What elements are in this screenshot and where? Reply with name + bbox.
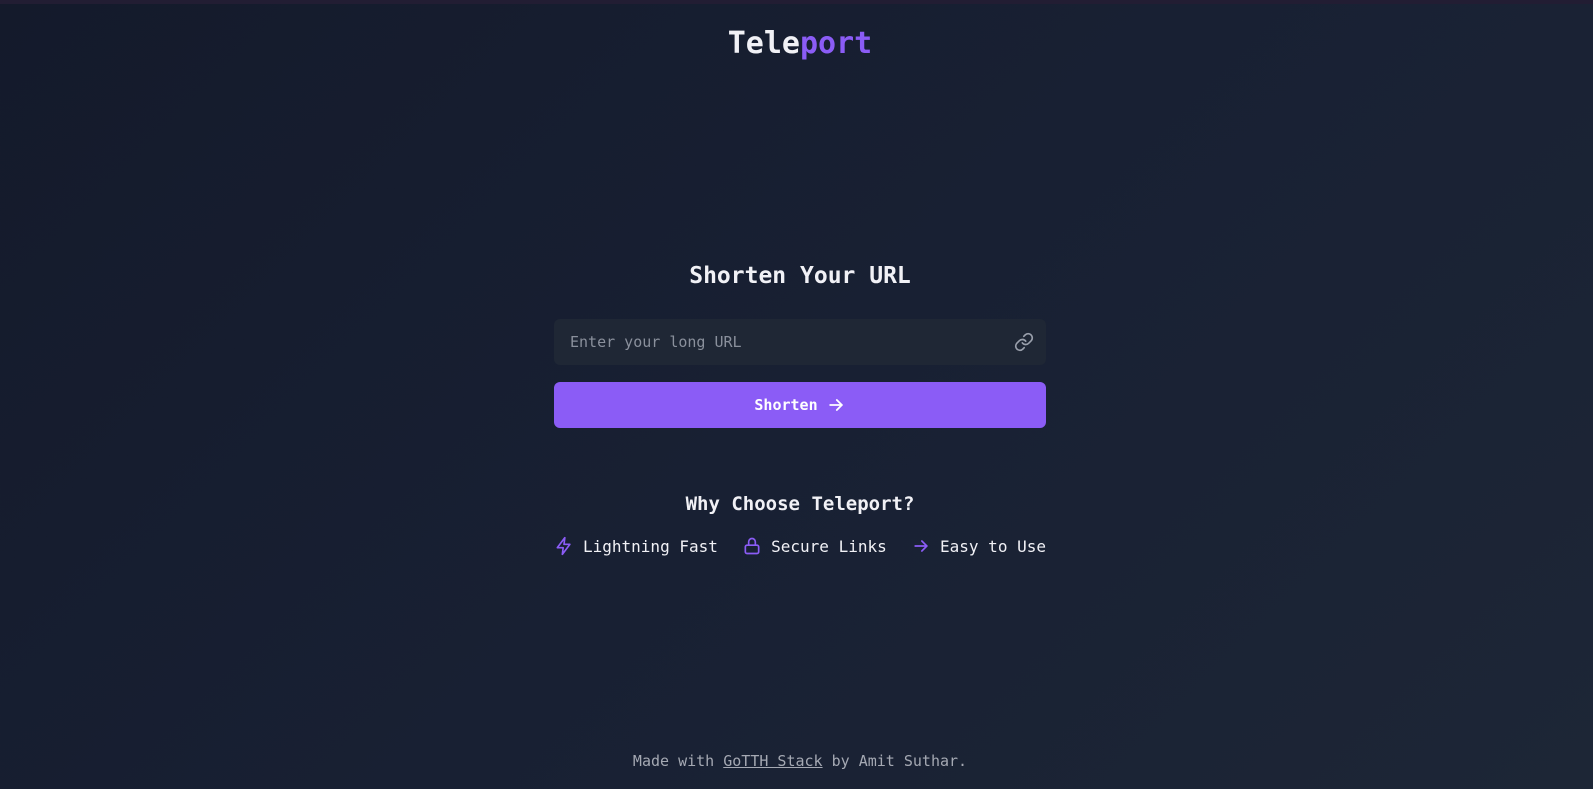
feature-item-secure-links: Secure Links [742, 536, 887, 556]
lock-icon [744, 537, 760, 555]
feature-label: Easy to Use [940, 536, 1046, 556]
url-input-container [554, 319, 1046, 365]
feature-item-lightning-fast: Lightning Fast [554, 536, 718, 556]
logo-text-part1: Tele [727, 26, 800, 61]
shorten-button-label: Shorten [754, 396, 818, 414]
top-strip [0, 0, 1593, 4]
url-input[interactable] [554, 319, 994, 365]
footer: Made with GoTTH Stack by Amit Suthar. [0, 752, 1593, 770]
shorten-button[interactable]: Shorten [554, 382, 1046, 428]
footer-suffix: by Amit Suthar. [822, 752, 968, 770]
gotth-stack-link[interactable]: GoTTH Stack [723, 752, 822, 770]
app-logo[interactable]: Teleport [0, 26, 1593, 61]
feature-item-easy-to-use: Easy to Use [911, 536, 1046, 556]
form-title: Shorten Your URL [689, 263, 911, 289]
feature-label: Lightning Fast [583, 536, 718, 556]
arrow-right-icon [828, 399, 843, 411]
arrow-right-icon [914, 540, 928, 552]
features-list: Lightning Fast Secure Links Easy to Use [554, 534, 1046, 558]
lightning-icon [556, 536, 571, 556]
feature-label: Secure Links [771, 536, 887, 556]
features-heading: Why Choose Teleport? [685, 493, 915, 515]
link-icon [1014, 332, 1034, 352]
logo-text-part2: port [800, 26, 873, 61]
footer-prefix: Made with [632, 752, 724, 770]
